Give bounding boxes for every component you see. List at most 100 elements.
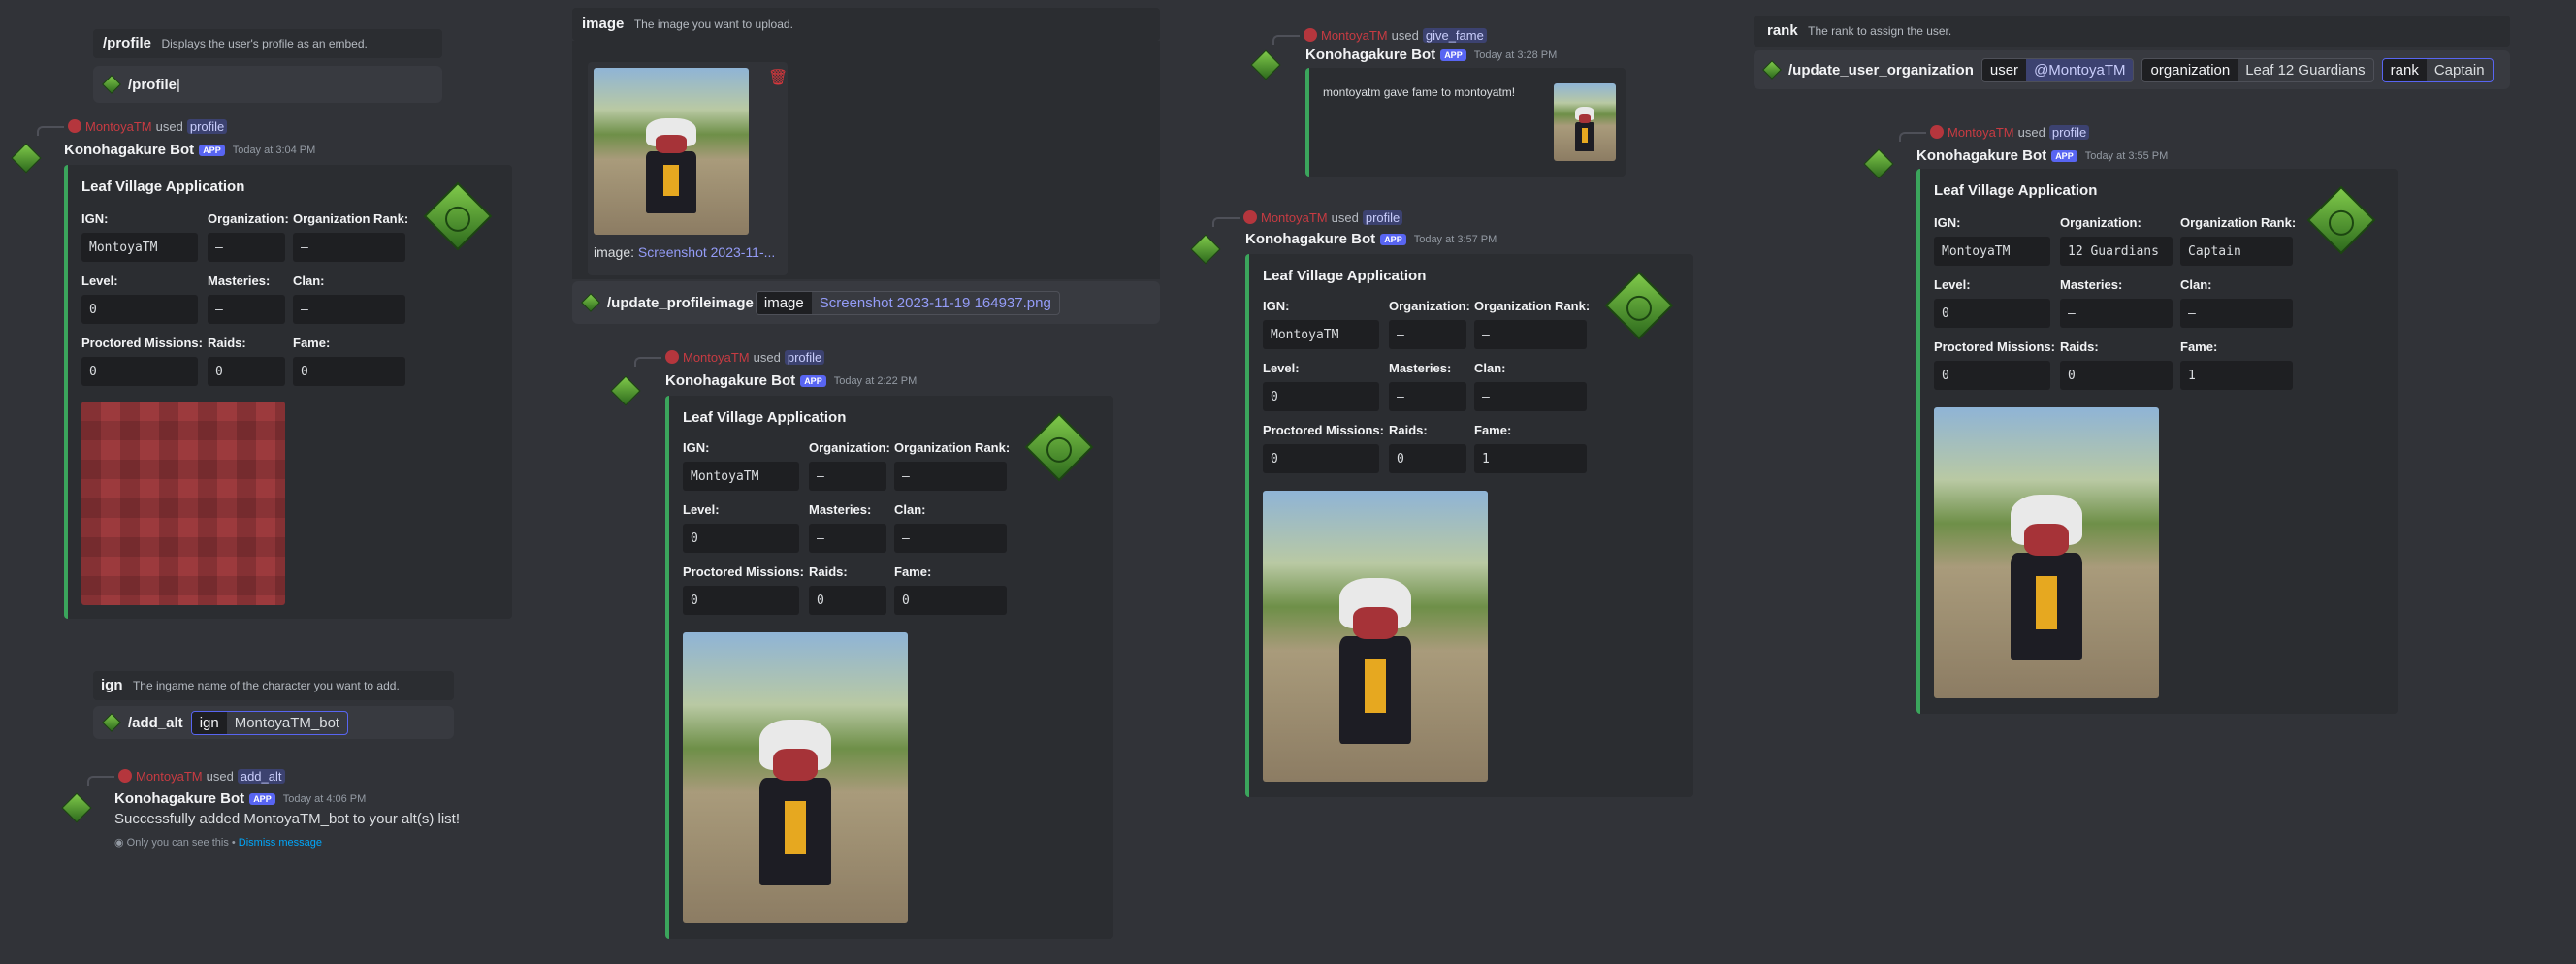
hint-desc: Displays the user's profile as an embed. <box>161 37 368 50</box>
embed-image[interactable] <box>1934 407 2159 698</box>
timestamp: Today at 3:04 PM <box>232 144 316 156</box>
field-label: Organization Rank: <box>1474 299 1591 313</box>
field-value-missions: 0 <box>683 586 799 615</box>
bot-avatar-icon <box>610 375 641 406</box>
field-value-missions: 0 <box>1934 361 2050 390</box>
option-value[interactable]: @MontoyaTM <box>2026 58 2134 81</box>
bot-name[interactable]: Konohagakure Bot <box>64 142 194 158</box>
slash-command-mention[interactable]: profile <box>2048 124 2090 140</box>
embed-thumbnail[interactable] <box>1554 83 1616 161</box>
slash-command-mention[interactable]: give_fame <box>1422 27 1487 43</box>
avatar <box>1304 28 1317 42</box>
field-value-clan: — <box>894 524 1007 553</box>
field-value-masteries: — <box>2060 299 2173 328</box>
timestamp: Today at 3:57 PM <box>1413 233 1497 245</box>
character-sprite <box>1331 578 1421 758</box>
field-value-org: — <box>1389 320 1466 349</box>
bot-icon <box>1762 60 1782 80</box>
command-bar-update-profileimage[interactable]: /update_profileimage image Screenshot 20… <box>572 281 1160 324</box>
ephemeral-text: Only you can see this • <box>126 837 236 849</box>
username[interactable]: MontoyaTM <box>1321 28 1388 43</box>
option-ign[interactable]: ign MontoyaTM_bot <box>190 710 349 735</box>
command-name: /update_user_organization <box>1788 61 1974 79</box>
reply-spine <box>1899 132 1926 142</box>
dismiss-message-link[interactable]: Dismiss message <box>239 837 322 849</box>
username[interactable]: MontoyaTM <box>1948 125 2014 140</box>
trash-icon[interactable]: 🗑 <box>768 68 788 87</box>
embed-image[interactable] <box>683 632 908 923</box>
bot-name[interactable]: Konohagakure Bot <box>114 790 244 807</box>
field-label: Level: <box>81 273 118 288</box>
bot-name[interactable]: Konohagakure Bot <box>1245 231 1375 247</box>
attachment-card[interactable]: 🗑 image: Screenshot 2023-11-... <box>588 62 788 275</box>
option-image[interactable]: image Screenshot 2023-11-19 164937.png <box>755 290 1060 315</box>
bot-avatar[interactable] <box>11 143 42 174</box>
field-label: Raids: <box>208 336 246 350</box>
username[interactable]: MontoyaTM <box>1261 210 1328 225</box>
username[interactable]: MontoyaTM <box>136 769 203 784</box>
hint-desc: The rank to assign the user. <box>1808 24 1952 38</box>
used-label: used <box>753 349 781 365</box>
field-value-clan: — <box>2180 299 2293 328</box>
field-label: IGN: <box>1263 299 1290 313</box>
bot-icon <box>581 293 600 312</box>
bot-avatar[interactable] <box>610 375 641 406</box>
field-value-masteries: — <box>208 295 285 324</box>
hint-desc: The ingame name of the character you wan… <box>132 679 400 692</box>
command-name: /add_alt <box>128 714 183 731</box>
bot-avatar[interactable] <box>61 792 92 823</box>
embed-title: Leaf Village Application <box>81 178 245 195</box>
field-value-raids: 0 <box>2060 361 2173 390</box>
bot-avatar[interactable] <box>1250 49 1281 80</box>
option-rank[interactable]: rank Captain <box>2381 57 2494 82</box>
option-organization[interactable]: organization Leaf 12 Guardians <box>2141 57 2374 82</box>
field-label: Organization: <box>2060 215 2141 230</box>
bot-icon <box>102 75 121 94</box>
character-sprite <box>751 720 841 900</box>
option-value[interactable]: MontoyaTM_bot <box>227 712 347 734</box>
bot-name[interactable]: Konohagakure Bot <box>1916 147 2046 164</box>
slash-command-mention[interactable]: add_alt <box>237 768 285 784</box>
command-bar-add-alt[interactable]: /add_alt ign MontoyaTM_bot <box>93 706 454 739</box>
eye-icon: ◉ <box>114 837 127 849</box>
reply-header: MontoyaTM used profile <box>1899 122 2090 142</box>
embed-thumbnail <box>1024 412 1094 482</box>
option-value[interactable]: Screenshot 2023-11-19 164937.png <box>812 292 1059 314</box>
field-value-raids: 0 <box>809 586 886 615</box>
option-key: organization <box>2142 58 2238 81</box>
command-bar-profile[interactable]: /profile | <box>93 66 442 103</box>
bot-avatar[interactable] <box>1863 148 1894 179</box>
leaf-village-icon <box>2306 185 2376 255</box>
bot-name[interactable]: Konohagakure Bot <box>665 372 795 389</box>
field-value-masteries: — <box>1389 382 1466 411</box>
slash-command-mention[interactable]: profile <box>186 118 228 134</box>
embed-image[interactable] <box>81 402 285 605</box>
field-label: Organization Rank: <box>2180 215 2297 230</box>
bot-avatar[interactable] <box>1190 234 1221 265</box>
bot-name[interactable]: Konohagakure Bot <box>1305 47 1435 63</box>
option-user[interactable]: user @MontoyaTM <box>1980 57 2135 82</box>
field-value-fame: 0 <box>293 357 405 386</box>
option-key: image <box>756 291 812 314</box>
field-label: Clan: <box>894 502 926 517</box>
ephemeral-note: ◉ Only you can see this • Dismiss messag… <box>114 836 322 849</box>
option-value[interactable]: Captain <box>2427 59 2493 81</box>
field-value-raids: 0 <box>1389 444 1466 473</box>
option-value[interactable]: Leaf 12 Guardians <box>2238 59 2372 81</box>
attachment-preview <box>594 68 749 235</box>
author-line: Konohagakure Bot APP Today at 4:06 PM <box>114 790 366 807</box>
hint-name: image <box>582 16 625 32</box>
message-text: Successfully added MontoyaTM_bot to your… <box>114 811 460 827</box>
embed-image[interactable] <box>1263 491 1488 782</box>
command-bar-update-user-organization[interactable]: /update_user_organization user @MontoyaT… <box>1754 50 2510 89</box>
slash-command-mention[interactable]: profile <box>1362 209 1403 225</box>
field-label: Masteries: <box>208 273 271 288</box>
field-label: Proctored Missions: <box>683 564 804 579</box>
field-value-org: 12 Guardians <box>2060 237 2173 266</box>
field-label: Clan: <box>2180 277 2212 292</box>
username[interactable]: MontoyaTM <box>85 119 152 134</box>
slash-command-mention[interactable]: profile <box>784 349 825 365</box>
field-label: Proctored Missions: <box>81 336 203 350</box>
username[interactable]: MontoyaTM <box>683 350 750 365</box>
field-label: Organization Rank: <box>293 211 409 226</box>
